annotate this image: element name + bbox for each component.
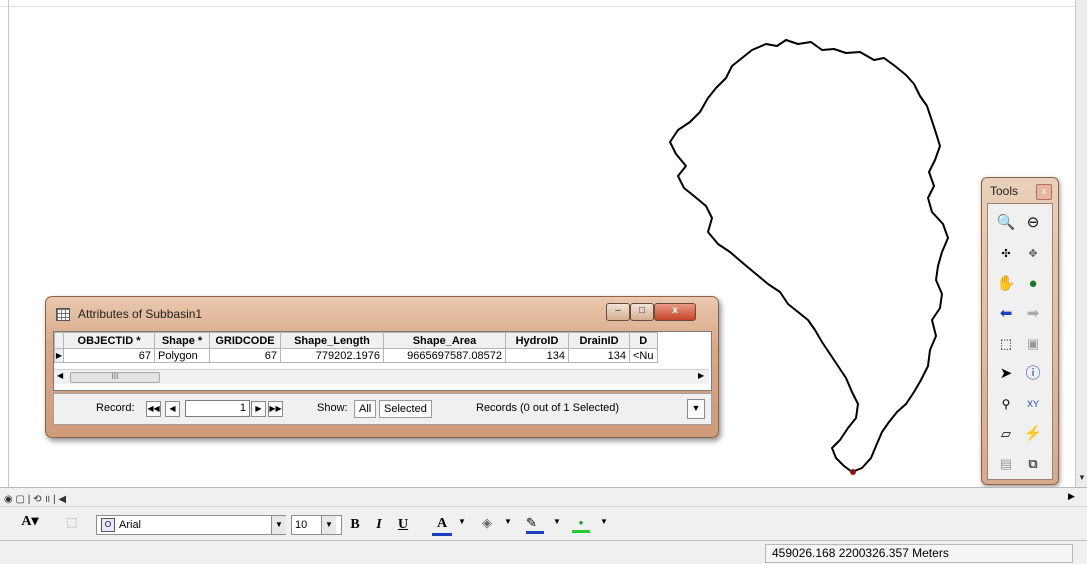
column-header-objectid[interactable]: OBJECTID * — [63, 332, 155, 349]
table-icon — [56, 308, 70, 321]
new-rectangle-icon[interactable]: ⬚ — [66, 515, 77, 529]
show-label: Show: — [317, 402, 348, 414]
marker-color-icon[interactable]: • — [572, 515, 590, 533]
column-header-shape-length[interactable]: Shape_Length — [280, 332, 384, 349]
font-name-dropdown[interactable]: O Arial ▼ — [96, 515, 286, 535]
scroll-down-arrow[interactable]: ▼ — [1078, 473, 1086, 482]
cell-objectid[interactable]: 67 — [63, 348, 155, 363]
font-size-arrow[interactable]: ▼ — [321, 516, 336, 534]
last-record-button[interactable]: ▶▶ — [268, 401, 283, 417]
hyperlink-icon[interactable]: ⚡ — [1021, 422, 1045, 446]
coordinates-readout: 459026.168 2200326.357 Meters — [765, 544, 1073, 563]
row-selector-header — [54, 332, 64, 349]
hscroll-right-arrow[interactable]: ▶ — [1068, 491, 1075, 502]
font-size-value: 10 — [295, 519, 308, 531]
attribute-grid[interactable]: OBJECTID * Shape * GRIDCODE Shape_Length… — [53, 331, 712, 391]
next-record-button[interactable]: ▶ — [251, 401, 266, 417]
map-vertical-scrollbar[interactable]: ▼ — [1075, 0, 1087, 488]
line-color-icon[interactable]: ✎ — [526, 515, 544, 534]
html-popup-icon[interactable]: ▤ — [994, 452, 1018, 476]
bold-button[interactable]: B — [348, 516, 362, 534]
fixed-zoom-in-icon[interactable]: ✣ — [994, 242, 1018, 266]
minimize-button[interactable]: – — [606, 303, 630, 321]
tools-close-button[interactable]: x — [1036, 184, 1052, 200]
records-status-text: Records (0 out of 1 Selected) — [476, 402, 620, 414]
first-record-button[interactable]: ◀◀ — [146, 401, 161, 417]
tools-grid: 🔍 ⊖ ✣ ✥ ✋ ● ⬅ ➡ ⬚ ▣ ➤ ⓘ ⚲ XY ⏥ ⚡ ▤ ⧉ — [987, 203, 1053, 480]
italic-button[interactable]: I — [372, 516, 386, 534]
cell-drainid[interactable]: 134 — [568, 348, 630, 363]
font-size-dropdown[interactable]: 10 ▼ — [291, 515, 342, 535]
tools-toolbar[interactable]: Tools x 🔍 ⊖ ✣ ✥ ✋ ● ⬅ ➡ ⬚ ▣ ➤ ⓘ ⚲ XY ⏥ ⚡… — [981, 177, 1059, 485]
zoom-in-icon[interactable]: 🔍 — [994, 211, 1018, 235]
column-header-d[interactable]: D — [629, 332, 658, 349]
attribute-table: OBJECTID * Shape * GRIDCODE Shape_Length… — [54, 332, 658, 363]
text-tool-icon[interactable]: A▾ — [20, 513, 40, 531]
horizontal-scrollbar[interactable]: ◀ III ▶ — [54, 369, 709, 384]
zoom-out-icon[interactable]: ⊖ — [1021, 211, 1045, 235]
fill-color-arrow[interactable]: ▼ — [504, 517, 512, 526]
font-color-arrow[interactable]: ▼ — [458, 517, 466, 526]
cell-shape-area[interactable]: 9665697587.08572 — [383, 348, 506, 363]
pan-icon[interactable]: ✋ — [994, 272, 1018, 296]
font-color-button[interactable]: A — [432, 515, 452, 536]
font-name-value: Arial — [119, 519, 142, 531]
font-type-icon: O — [101, 518, 115, 532]
show-selected-button[interactable]: Selected — [379, 400, 432, 418]
back-extent-icon[interactable]: ⬅ — [994, 302, 1018, 326]
record-navigation-bar: Record: ◀◀ ◀ 1 ▶ ▶▶ Show: All Selected R… — [53, 393, 712, 425]
column-header-shape[interactable]: Shape * — [154, 332, 210, 349]
cell-shape-length[interactable]: 779202.1976 — [280, 348, 384, 363]
status-bar: 459026.168 2200326.357 Meters — [0, 540, 1087, 564]
scroll-left-arrow[interactable]: ◀ — [57, 371, 63, 380]
record-label: Record: — [96, 402, 135, 414]
maximize-button[interactable]: □ — [630, 303, 654, 321]
font-name-arrow[interactable]: ▼ — [271, 516, 286, 534]
close-button[interactable]: x — [654, 303, 696, 321]
full-extent-icon[interactable]: ● — [1021, 272, 1045, 296]
fill-color-icon[interactable]: ◈ — [482, 515, 492, 531]
cell-d[interactable]: <Nu — [629, 348, 658, 363]
fixed-zoom-out-icon[interactable]: ✥ — [1021, 242, 1045, 266]
line-color-arrow[interactable]: ▼ — [553, 517, 561, 526]
marker-color-arrow[interactable]: ▼ — [600, 517, 608, 526]
find-icon[interactable]: ⚲ — [994, 392, 1018, 416]
time-slider-icon[interactable]: ⧉ — [1021, 452, 1045, 476]
show-all-button[interactable]: All — [354, 400, 377, 418]
clear-selection-icon[interactable]: ▣ — [1021, 332, 1045, 356]
draw-toolbar: A▾ ⬚ O Arial ▼ 10 ▼ B I U A ▼ ◈ ▼ ✎ ▼ • ▼ — [0, 506, 1087, 541]
view-switch-icons[interactable]: ◉ ▢ | ⟲ ॥ | ◀ — [4, 491, 66, 505]
column-header-hydroid[interactable]: HydroID — [505, 332, 569, 349]
layout-view-bar: ◉ ▢ | ⟲ ॥ | ◀ ▶ — [0, 487, 1087, 507]
underline-button[interactable]: U — [396, 516, 410, 534]
attribute-table-window[interactable]: Attributes of Subbasin1 – □ x OBJECTID *… — [45, 296, 719, 438]
table-options-button[interactable]: ▼ — [687, 399, 705, 419]
select-features-icon[interactable]: ⬚ — [994, 332, 1018, 356]
select-elements-icon[interactable]: ➤ — [994, 362, 1018, 386]
record-number-input[interactable]: 1 — [185, 400, 250, 417]
pour-point-marker — [850, 469, 856, 475]
cell-hydroid[interactable]: 134 — [505, 348, 569, 363]
measure-icon[interactable]: ⏥ — [994, 422, 1018, 446]
column-header-drainid[interactable]: DrainID — [568, 332, 630, 349]
scroll-thumb[interactable]: III — [70, 372, 160, 383]
column-header-shape-area[interactable]: Shape_Area — [383, 332, 506, 349]
cell-gridcode[interactable]: 67 — [209, 348, 281, 363]
table-row[interactable]: ▶ 67 Polygon 67 779202.1976 9665697587.0… — [54, 348, 658, 363]
tools-title: Tools — [990, 184, 1019, 198]
identify-icon[interactable]: ⓘ — [1021, 362, 1045, 386]
scroll-right-arrow[interactable]: ▶ — [698, 371, 704, 380]
row-selector[interactable]: ▶ — [54, 348, 64, 363]
forward-extent-icon[interactable]: ➡ — [1021, 302, 1045, 326]
cell-shape[interactable]: Polygon — [154, 348, 210, 363]
previous-record-button[interactable]: ◀ — [165, 401, 180, 417]
window-title: Attributes of Subbasin1 — [78, 307, 203, 321]
column-header-gridcode[interactable]: GRIDCODE — [209, 332, 281, 349]
header-row: OBJECTID * Shape * GRIDCODE Shape_Length… — [54, 332, 658, 349]
go-to-xy-icon[interactable]: XY — [1021, 392, 1045, 416]
